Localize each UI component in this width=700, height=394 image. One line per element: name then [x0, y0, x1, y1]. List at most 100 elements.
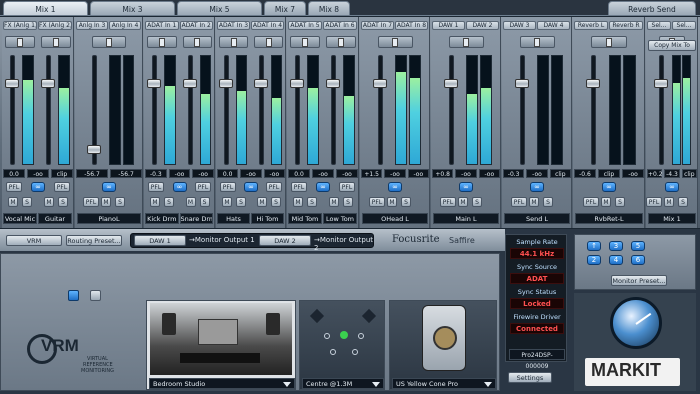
channel-label[interactable]: ADAT In 7	[361, 21, 394, 30]
vrm-button[interactable]: VRM	[6, 235, 62, 246]
pan-control[interactable]	[377, 36, 413, 48]
pfl-button[interactable]: PFL	[195, 182, 211, 192]
channel-label[interactable]: DAW 2	[466, 21, 499, 30]
channel-name[interactable]: Snare Drm	[179, 213, 213, 224]
fader-handle[interactable]	[41, 79, 55, 88]
fader-handle[interactable]	[372, 79, 387, 88]
pan-control[interactable]	[591, 36, 627, 48]
tab-mix-5[interactable]: Mix 5	[177, 1, 262, 16]
stereo-link-icon[interactable]: ∞	[244, 182, 258, 192]
channel-label[interactable]: Sel...	[647, 21, 671, 30]
channel-name[interactable]: Hats	[217, 213, 250, 224]
channel-name[interactable]: Mix 1	[648, 213, 696, 224]
pfl-button[interactable]: PFL	[511, 197, 527, 207]
monitor-preset-button[interactable]: Monitor Preset...	[611, 275, 667, 286]
solo-button[interactable]: S	[678, 197, 688, 207]
solo-button[interactable]: S	[543, 197, 553, 207]
tab-mix-8[interactable]: Mix 8	[308, 1, 350, 16]
channel-name[interactable]: RvbRet-L	[575, 213, 643, 224]
channel-label[interactable]: ADAT In 1	[145, 21, 179, 30]
position-dot-selected[interactable]	[340, 331, 348, 339]
fader-handle[interactable]	[514, 79, 529, 88]
daw2-selector[interactable]: DAW 2	[259, 235, 311, 246]
pan-control[interactable]	[92, 36, 126, 48]
pfl-button[interactable]: PFL	[646, 197, 662, 207]
pan-control[interactable]	[254, 36, 283, 48]
solo-button[interactable]: S	[343, 197, 353, 207]
stereo-link-icon[interactable]: ∞	[665, 182, 679, 192]
channel-name[interactable]: PianoL	[77, 213, 141, 224]
mute-button[interactable]: M	[601, 197, 611, 207]
daw1-selector[interactable]: DAW 1	[134, 235, 186, 246]
channel-label[interactable]: Anlg In 3	[76, 21, 108, 30]
channel-label[interactable]: FX (Anlg 1)	[3, 21, 37, 30]
pfl-button[interactable]: PFL	[339, 182, 355, 192]
monitor-select-2-icon[interactable]: 2	[587, 255, 601, 265]
channel-name[interactable]: Kick Drm	[145, 213, 179, 224]
tab-mix-7[interactable]: Mix 7	[264, 1, 306, 16]
solo-button[interactable]: S	[307, 197, 317, 207]
pfl-button[interactable]: PFL	[54, 182, 70, 192]
room-dropdown[interactable]: Bedroom Studio	[149, 378, 295, 389]
pan-control[interactable]	[147, 36, 177, 48]
pan-control[interactable]	[219, 36, 248, 48]
fader-handle[interactable]	[5, 79, 19, 88]
pfl-button[interactable]: PFL	[83, 197, 99, 207]
mute-button[interactable]: M	[529, 197, 539, 207]
fader-handle[interactable]	[654, 79, 668, 88]
routing-preset-button[interactable]: Routing Preset...	[66, 235, 122, 246]
solo-button[interactable]: S	[58, 197, 68, 207]
pan-control[interactable]	[448, 36, 484, 48]
channel-label[interactable]: ADAT In 8	[395, 21, 428, 30]
channel-label[interactable]: ADAT In 4	[251, 21, 284, 30]
monitor-select-6-icon[interactable]: 6	[631, 255, 645, 265]
fader-handle[interactable]	[147, 79, 161, 88]
position-dot[interactable]	[358, 333, 364, 339]
tab-mix-3[interactable]: Mix 3	[90, 1, 175, 16]
fader-handle[interactable]	[290, 79, 304, 88]
stereo-link-icon[interactable]: ∞	[102, 182, 116, 192]
channel-label[interactable]: Sel...	[672, 21, 696, 30]
channel-label[interactable]: ADAT In 3	[217, 21, 250, 30]
solo-button[interactable]: S	[22, 197, 32, 207]
stereo-link-icon[interactable]: ∞	[316, 182, 330, 192]
solo-button[interactable]: S	[115, 197, 125, 207]
stereo-link-icon[interactable]: ∞	[602, 182, 616, 192]
mute-button[interactable]: M	[387, 197, 397, 207]
channel-label[interactable]: Anlg In 4	[109, 21, 141, 30]
channel-name[interactable]: Mid Tom	[288, 213, 322, 224]
solo-button[interactable]: S	[164, 197, 174, 207]
pfl-button[interactable]: PFL	[6, 182, 22, 192]
monitor-volume-knob[interactable]	[610, 297, 662, 349]
channel-label[interactable]: Reverb R	[609, 21, 643, 30]
fader-handle[interactable]	[254, 79, 268, 88]
mute-button[interactable]: M	[8, 197, 18, 207]
pan-control[interactable]	[5, 36, 35, 48]
channel-label[interactable]: DAW 3	[503, 21, 536, 30]
position-dot[interactable]	[324, 333, 330, 339]
channel-name[interactable]: Vocal Mic	[3, 213, 37, 224]
mute-button[interactable]: M	[101, 197, 111, 207]
pfl-button[interactable]: PFL	[440, 197, 456, 207]
solo-button[interactable]: S	[199, 197, 210, 207]
solo-button[interactable]: S	[236, 197, 246, 207]
monitor-select-3-icon[interactable]: 3	[609, 241, 623, 251]
pan-control[interactable]	[41, 36, 71, 48]
mute-button[interactable]: M	[150, 197, 160, 207]
settings-button[interactable]: Settings	[508, 372, 552, 383]
channel-name[interactable]: Send L	[504, 213, 570, 224]
channel-label[interactable]: ADAT In 6	[323, 21, 357, 30]
mute-button[interactable]: M	[329, 197, 339, 207]
fader-handle[interactable]	[87, 145, 101, 154]
channel-label[interactable]: FX (Anlg 2)	[38, 21, 72, 30]
fader-handle[interactable]	[182, 79, 197, 88]
channel-label[interactable]: DAW 4	[537, 21, 570, 30]
channel-label[interactable]: DAW 1	[432, 21, 465, 30]
fader-handle[interactable]	[586, 79, 600, 88]
pfl-button[interactable]: PFL	[291, 182, 307, 192]
stereo-link-icon[interactable]: ∞	[31, 182, 45, 192]
solo-button[interactable]: S	[271, 197, 281, 207]
channel-name[interactable]: OHead L	[362, 213, 428, 224]
solo-button[interactable]: S	[401, 197, 411, 207]
pfl-button[interactable]: PFL	[220, 182, 236, 192]
